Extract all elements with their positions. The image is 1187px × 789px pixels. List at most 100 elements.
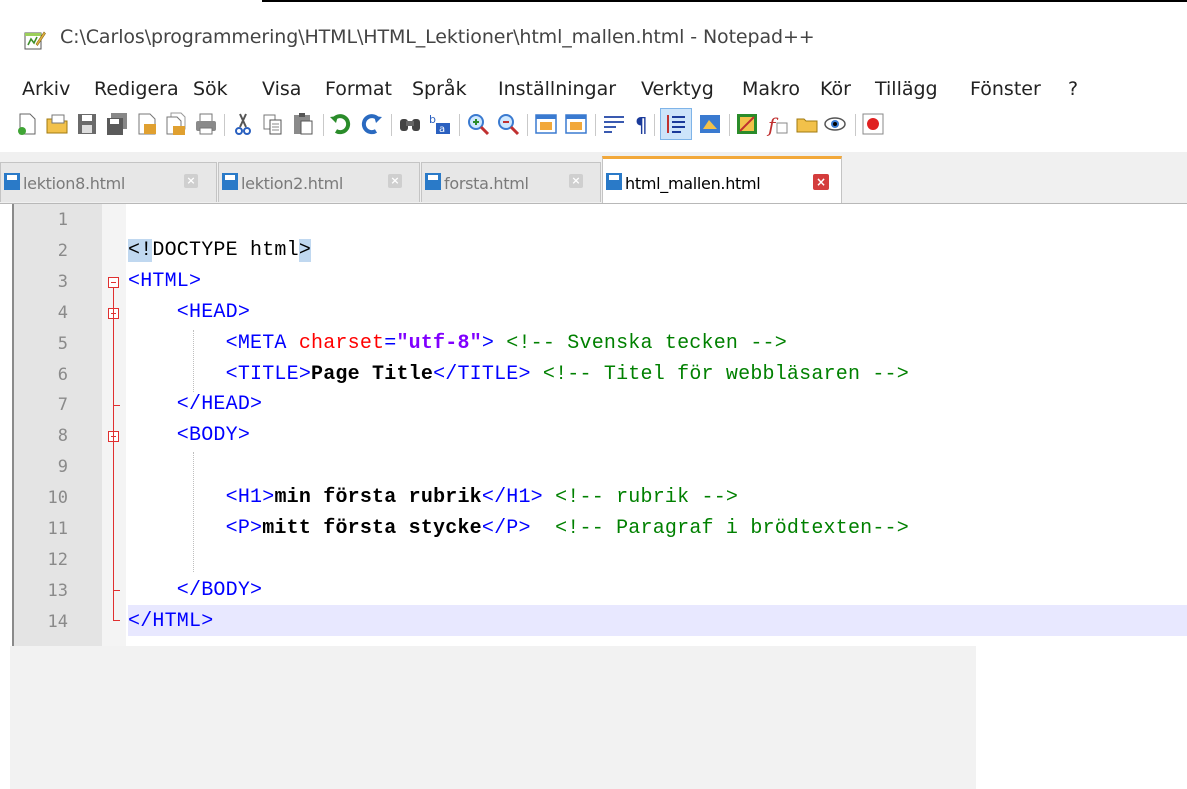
code-line[interactable]: <HEAD> bbox=[128, 301, 250, 324]
tab-close-icon[interactable]: × bbox=[813, 174, 829, 190]
sync-vertical-icon[interactable] bbox=[533, 111, 559, 137]
show-all-characters-icon[interactable]: ¶ bbox=[628, 111, 654, 137]
tab-lektion8[interactable]: lektion8.html × bbox=[0, 162, 217, 202]
window-top-border bbox=[0, 0, 1187, 2]
code-line[interactable]: </BODY> bbox=[128, 579, 262, 602]
menu-verktyg[interactable]: Verktyg bbox=[641, 78, 714, 100]
code-line[interactable]: <!DOCTYPE html> bbox=[128, 238, 312, 262]
record-macro-icon[interactable] bbox=[860, 111, 886, 137]
menu-format[interactable]: Format bbox=[325, 78, 392, 100]
indent-guide bbox=[193, 330, 194, 392]
toolbar-separator bbox=[391, 114, 392, 136]
toolbar-separator bbox=[729, 114, 730, 136]
tab-close-icon[interactable]: × bbox=[569, 174, 583, 188]
menu-sprak[interactable]: Språk bbox=[412, 78, 467, 100]
open-file-icon[interactable] bbox=[44, 111, 70, 137]
line-number: 12 bbox=[47, 549, 68, 570]
find-icon[interactable] bbox=[397, 111, 423, 137]
svg-text:b: b bbox=[429, 113, 436, 126]
code-token: charset bbox=[298, 331, 385, 355]
function-list-icon[interactable]: f bbox=[764, 111, 790, 137]
menu-visa[interactable]: Visa bbox=[262, 78, 301, 100]
menu-sok[interactable]: Sök bbox=[193, 78, 228, 100]
line-number: 10 bbox=[47, 488, 68, 509]
current-line-highlight bbox=[128, 605, 1187, 636]
code-line[interactable]: <HTML> bbox=[128, 270, 201, 293]
code-token: <!-- Svenska tecken --> bbox=[506, 331, 787, 355]
tab-html-mallen[interactable]: html_mallen.html × bbox=[602, 156, 842, 203]
fold-toggle-html[interactable] bbox=[108, 277, 119, 288]
fold-line bbox=[113, 288, 114, 620]
menu-installningar[interactable]: Inställningar bbox=[498, 78, 616, 100]
code-token: </H1> bbox=[481, 486, 556, 510]
toolbar-separator bbox=[323, 114, 324, 136]
save-all-icon[interactable] bbox=[104, 111, 130, 137]
tab-lektion2[interactable]: lektion2.html × bbox=[218, 162, 420, 202]
line-number: 9 bbox=[57, 457, 68, 478]
tab-close-icon[interactable]: × bbox=[388, 174, 402, 188]
replace-icon[interactable]: ba bbox=[427, 111, 453, 137]
code-line[interactable]: </HEAD> bbox=[128, 393, 262, 416]
zoom-in-icon[interactable] bbox=[465, 111, 491, 137]
code-token: </HEAD> bbox=[128, 393, 263, 417]
save-icon[interactable] bbox=[74, 111, 100, 137]
code-token: <P> bbox=[128, 517, 263, 540]
code-token: </P> bbox=[481, 517, 556, 540]
code-token: </BODY> bbox=[128, 578, 263, 602]
fold-margin[interactable] bbox=[102, 204, 126, 646]
close-all-icon[interactable] bbox=[163, 111, 189, 137]
menu-arkiv[interactable]: Arkiv bbox=[22, 78, 70, 100]
code-token: <BODY> bbox=[128, 424, 251, 448]
undo-icon[interactable] bbox=[328, 111, 354, 137]
notepad-plus-plus-icon bbox=[24, 31, 46, 50]
code-token: <!-- rubrik --> bbox=[555, 486, 739, 510]
code-token: Page Title bbox=[311, 362, 434, 386]
close-icon[interactable] bbox=[134, 111, 160, 137]
code-token: <META bbox=[128, 331, 299, 355]
user-language-icon[interactable] bbox=[697, 111, 723, 137]
toolbar-separator bbox=[527, 114, 528, 136]
code-token: <! bbox=[128, 238, 153, 262]
redo-icon[interactable] bbox=[358, 111, 384, 137]
menu-kor[interactable]: Kör bbox=[820, 78, 851, 100]
tab-forsta[interactable]: forsta.html × bbox=[421, 162, 601, 202]
menu-redigera[interactable]: Redigera bbox=[94, 78, 179, 100]
code-line[interactable]: <BODY> bbox=[128, 424, 250, 447]
line-number: 3 bbox=[57, 271, 68, 292]
new-file-icon[interactable] bbox=[14, 111, 40, 137]
saved-file-icon bbox=[222, 173, 238, 190]
menu-tillagg[interactable]: Tillägg bbox=[875, 78, 938, 100]
code-line[interactable]: <H1>min första rubrik</H1> <!-- rubrik -… bbox=[128, 486, 738, 509]
indent-guide-icon[interactable] bbox=[663, 111, 689, 137]
line-number: 8 bbox=[57, 426, 68, 447]
saved-file-icon bbox=[4, 173, 20, 190]
code-token: min första rubrik bbox=[274, 486, 482, 510]
code-line[interactable]: <TITLE>Page Title</TITLE> <!-- Titel för… bbox=[128, 363, 909, 386]
print-icon[interactable] bbox=[193, 111, 219, 137]
menu-makro[interactable]: Makro bbox=[742, 78, 800, 100]
menu-help[interactable]: ? bbox=[1068, 78, 1078, 100]
toolbar-overflow-area bbox=[892, 111, 1187, 137]
fold-end-marker bbox=[113, 620, 120, 621]
toolbar-separator bbox=[654, 114, 655, 136]
tab-label: lektion8.html bbox=[23, 174, 126, 193]
paste-icon[interactable] bbox=[290, 111, 316, 137]
code-line[interactable]: <META charset="utf-8"> <!-- Svenska teck… bbox=[128, 332, 787, 355]
code-line[interactable]: </HTML> bbox=[128, 610, 213, 633]
word-wrap-icon[interactable] bbox=[601, 111, 627, 137]
window-title: C:\Carlos\programmering\HTML\HTML_Lektio… bbox=[60, 26, 815, 48]
svg-text:a: a bbox=[439, 124, 445, 135]
copy-icon[interactable] bbox=[260, 111, 286, 137]
monitoring-icon[interactable] bbox=[822, 111, 848, 137]
sync-horizontal-icon[interactable] bbox=[563, 111, 589, 137]
code-token: </HTML> bbox=[128, 609, 214, 633]
zoom-out-icon[interactable] bbox=[495, 111, 521, 137]
tab-close-icon[interactable]: × bbox=[184, 174, 198, 188]
cut-icon[interactable] bbox=[230, 111, 256, 137]
document-map-icon[interactable] bbox=[734, 111, 760, 137]
code-line[interactable]: <P>mitt första stycke</P> <!-- Paragraf … bbox=[128, 517, 909, 540]
line-number: 11 bbox=[47, 519, 68, 539]
code-token: = bbox=[384, 331, 397, 355]
menu-fonster[interactable]: Fönster bbox=[970, 78, 1041, 100]
folder-as-workspace-icon[interactable] bbox=[794, 111, 820, 137]
